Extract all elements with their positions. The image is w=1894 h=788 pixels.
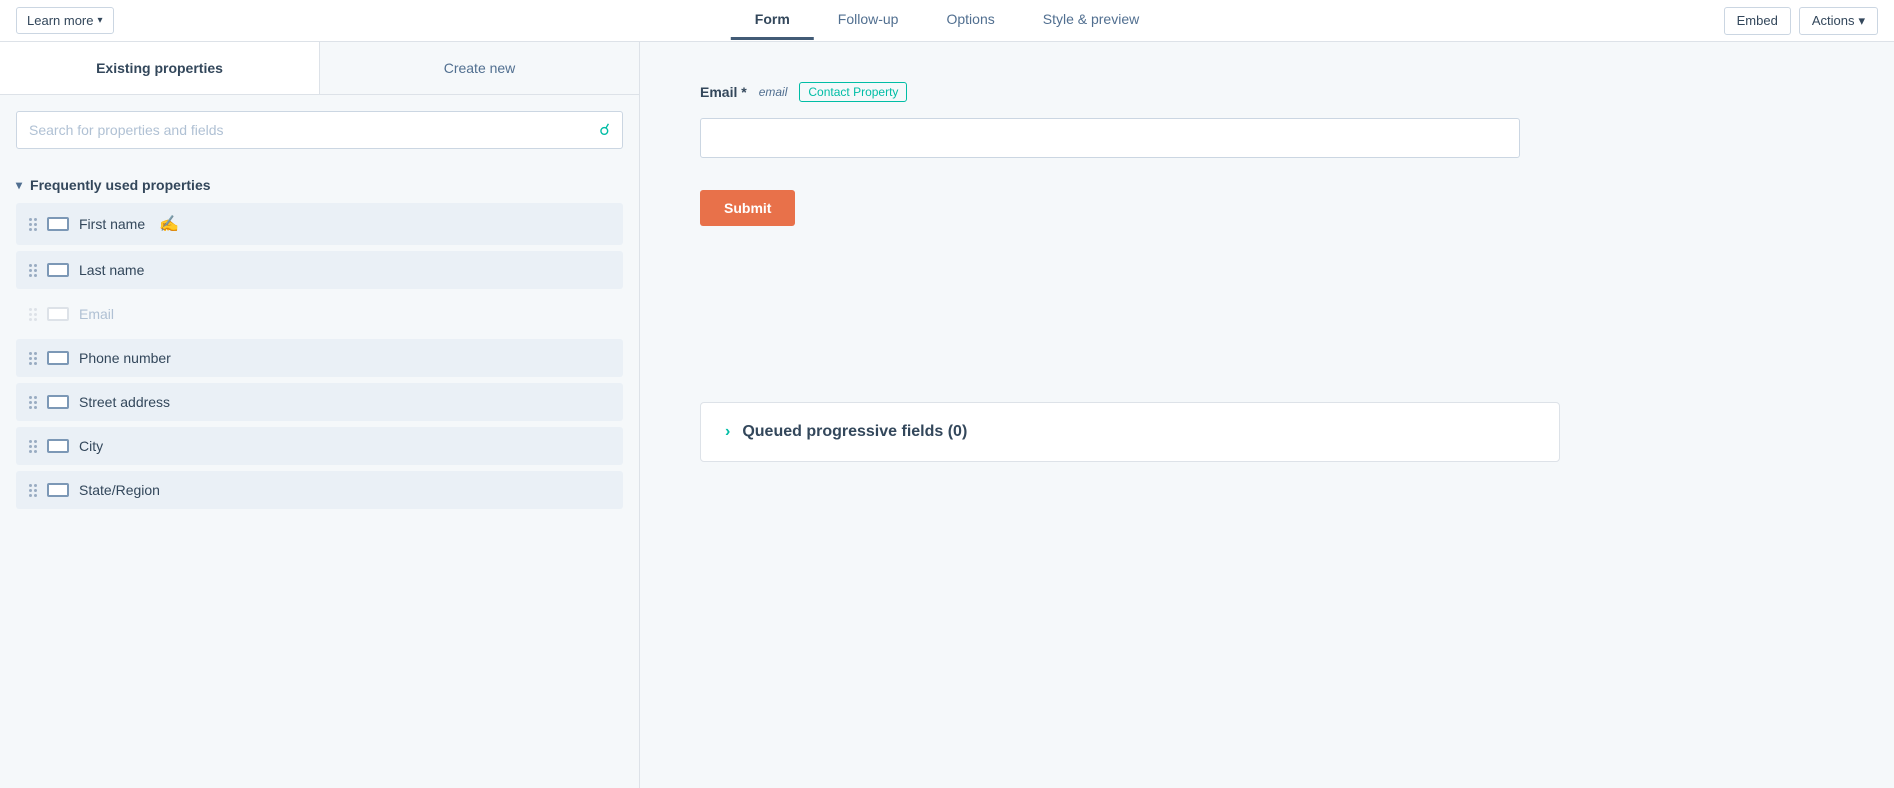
property-item-city[interactable]: City [16,427,623,465]
main-tabs: Form Follow-up Options Style & preview [731,1,1163,40]
field-icon [47,263,69,277]
property-label: Email [79,306,114,322]
field-icon [47,439,69,453]
drag-handle [29,352,37,365]
email-field-row: Email * email Contact Property [700,82,1834,102]
field-icon [47,217,69,231]
property-item-email[interactable]: Email [16,295,623,333]
cursor-icon: ✍ [159,214,179,234]
search-box: ☌ [16,111,623,149]
main-layout: Existing properties Create new ☌ ▾ Frequ… [0,42,1894,788]
property-item-state[interactable]: State/Region [16,471,623,509]
property-label: Phone number [79,350,171,366]
search-container: ☌ [0,95,639,165]
queued-section: › Queued progressive fields (0) [700,402,1560,462]
section-label: Frequently used properties [30,177,210,193]
required-marker: * [741,84,746,100]
actions-button[interactable]: Actions ▾ [1799,7,1878,35]
top-navigation: Learn more ▾ Form Follow-up Options Styl… [0,0,1894,42]
contact-property-badge: Contact Property [799,82,907,102]
properties-list: ▾ Frequently used properties First name … [0,165,639,788]
field-icon [47,351,69,365]
queued-title: Queued progressive fields (0) [742,423,967,441]
field-icon [47,395,69,409]
tab-form[interactable]: Form [731,1,814,40]
learn-more-button[interactable]: Learn more ▾ [16,7,114,34]
tab-create-new[interactable]: Create new [320,42,639,94]
property-item-phone[interactable]: Phone number [16,339,623,377]
drag-handle [29,440,37,453]
field-icon [47,307,69,321]
property-label: Last name [79,262,144,278]
chevron-down-icon: ▾ [97,15,102,26]
property-item-last-name[interactable]: Last name [16,251,623,289]
learn-more-label: Learn more [27,13,93,28]
field-icon [47,483,69,497]
property-item-street[interactable]: Street address [16,383,623,421]
right-panel: Email * email Contact Property Submit › … [640,42,1894,788]
email-input-preview [700,118,1520,158]
drag-handle [29,484,37,497]
panel-tabs: Existing properties Create new [0,42,639,95]
chevron-right-icon: › [725,423,730,441]
property-item-first-name[interactable]: First name ✍ [16,203,623,245]
property-label: State/Region [79,482,160,498]
actions-label: Actions [1812,13,1855,28]
drag-handle [29,308,37,321]
search-input[interactable] [29,122,599,138]
chevron-down-icon: ▾ [16,178,22,192]
tab-options[interactable]: Options [922,1,1018,40]
left-panel: Existing properties Create new ☌ ▾ Frequ… [0,42,640,788]
top-nav-actions: Embed Actions ▾ [1724,7,1878,35]
frequently-used-section-header[interactable]: ▾ Frequently used properties [16,165,623,203]
search-icon[interactable]: ☌ [599,120,610,140]
property-label: First name [79,216,145,232]
tab-style[interactable]: Style & preview [1019,1,1163,40]
tab-existing-properties[interactable]: Existing properties [0,42,320,94]
tab-followup[interactable]: Follow-up [814,1,923,40]
submit-button[interactable]: Submit [700,190,795,226]
chevron-down-icon: ▾ [1858,13,1865,29]
embed-label: Embed [1737,13,1778,28]
drag-handle [29,218,37,231]
queued-header[interactable]: › Queued progressive fields (0) [725,423,1535,441]
property-label: Street address [79,394,170,410]
drag-handle [29,396,37,409]
email-label: Email * [700,84,747,100]
email-type: email [759,85,788,99]
embed-button[interactable]: Embed [1724,7,1791,35]
form-preview: Email * email Contact Property Submit [700,82,1834,402]
property-label: City [79,438,103,454]
drag-handle [29,264,37,277]
